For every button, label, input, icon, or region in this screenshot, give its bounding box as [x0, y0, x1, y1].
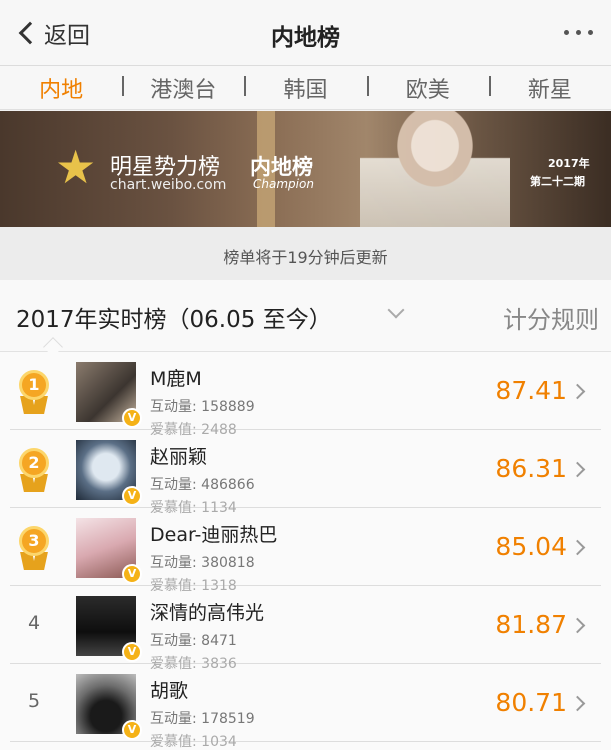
score: 85.04: [495, 532, 567, 561]
table-row[interactable]: 5 V 胡歌 互动量: 178519 爱慕值: 1034 80.71: [10, 664, 601, 750]
tab-new-stars[interactable]: 新星: [488, 72, 611, 104]
score: 86.31: [495, 454, 567, 483]
table-row[interactable]: 1 V M鹿M 互动量: 158889 爱慕值: 2488 87.41: [10, 352, 601, 438]
star-name[interactable]: 胡歌: [150, 676, 188, 703]
tab-mainland[interactable]: 内地: [0, 72, 122, 104]
avatar[interactable]: V: [76, 518, 142, 584]
rank-cell: 3: [10, 508, 58, 586]
banner-year: 2017年: [548, 157, 590, 170]
top-nav-bar: 返回 内地榜: [0, 0, 611, 66]
verified-badge-icon: V: [122, 720, 142, 740]
avatar[interactable]: V: [76, 674, 142, 740]
star-name[interactable]: M鹿M: [150, 364, 202, 391]
region-tabs: 内地 港澳台 韩国 欧美 新星: [0, 66, 611, 110]
chevron-down-icon[interactable]: [387, 301, 405, 319]
rank-number: 4: [28, 612, 41, 634]
tab-hk-macau-taiwan[interactable]: 港澳台: [122, 72, 244, 104]
interaction-count: 互动量: 380818: [150, 555, 255, 571]
chevron-right-icon: [569, 617, 586, 634]
table-row[interactable]: 3 V Dear-迪丽热巴 互动量: 380818 爱慕值: 1318 85.0…: [10, 508, 601, 594]
scoring-rules-link[interactable]: 计分规则: [503, 300, 599, 335]
champion-banner[interactable]: ★ 明星势力榜 chart.weibo.com 内地榜 Champion 201…: [0, 111, 611, 227]
chevron-right-icon: [569, 383, 586, 400]
gold-medal-icon: 2: [16, 448, 52, 492]
page-title: 内地榜: [271, 25, 340, 51]
interaction-count: 互动量: 158889: [150, 399, 255, 415]
avatar[interactable]: V: [76, 596, 142, 662]
banner-site: chart.weibo.com: [110, 177, 227, 193]
avatar[interactable]: V: [76, 362, 142, 428]
table-row[interactable]: 4 V 深情的高伟光 互动量: 8471 爱慕值: 3836 81.87: [10, 586, 601, 672]
rank-number: 5: [28, 690, 41, 712]
star-logo-icon: ★: [55, 140, 97, 194]
banner-period: 第二十二期: [530, 175, 585, 188]
table-row[interactable]: 2 V 赵丽颖 互动量: 486866 爱慕值: 1134 86.31: [10, 430, 601, 516]
rank-cell: 5: [10, 664, 58, 742]
verified-badge-icon: V: [122, 564, 142, 584]
score: 80.71: [495, 688, 567, 717]
verified-badge-icon: V: [122, 486, 142, 506]
score: 81.87: [495, 610, 567, 639]
avatar[interactable]: V: [76, 440, 142, 506]
star-name[interactable]: 赵丽颖: [150, 442, 207, 469]
star-name[interactable]: Dear-迪丽热巴: [150, 520, 277, 547]
verified-badge-icon: V: [122, 642, 142, 662]
love-value: 爱慕值: 1034: [150, 734, 237, 750]
gold-medal-icon: 3: [16, 526, 52, 570]
update-notice: 榜单将于19分钟后更新: [0, 227, 611, 280]
rank-cell: 4: [10, 586, 58, 664]
interaction-count: 互动量: 8471: [150, 633, 237, 649]
ranking-list: 1 V M鹿M 互动量: 158889 爱慕值: 2488 87.41 2 V …: [0, 352, 611, 750]
interaction-count: 互动量: 178519: [150, 711, 255, 727]
chevron-right-icon: [569, 695, 586, 712]
gold-medal-icon: 1: [16, 370, 52, 414]
tab-korea[interactable]: 韩国: [244, 72, 366, 104]
banner-photo: [360, 111, 510, 227]
chevron-right-icon: [569, 539, 586, 556]
rank-cell: 2: [10, 430, 58, 508]
list-header: 2017年实时榜（06.05 至今） 计分规则: [0, 280, 611, 357]
more-icon[interactable]: [564, 30, 593, 35]
star-name[interactable]: 深情的高伟光: [150, 598, 264, 625]
interaction-count: 互动量: 486866: [150, 477, 255, 493]
rank-cell: 1: [10, 352, 58, 430]
chevron-right-icon: [569, 461, 586, 478]
tab-europe-america[interactable]: 欧美: [366, 72, 489, 104]
score: 87.41: [495, 376, 567, 405]
verified-badge-icon: V: [122, 408, 142, 428]
period-selector[interactable]: 2017年实时榜（06.05 至今）: [16, 300, 332, 334]
banner-champion: Champion: [253, 177, 314, 191]
